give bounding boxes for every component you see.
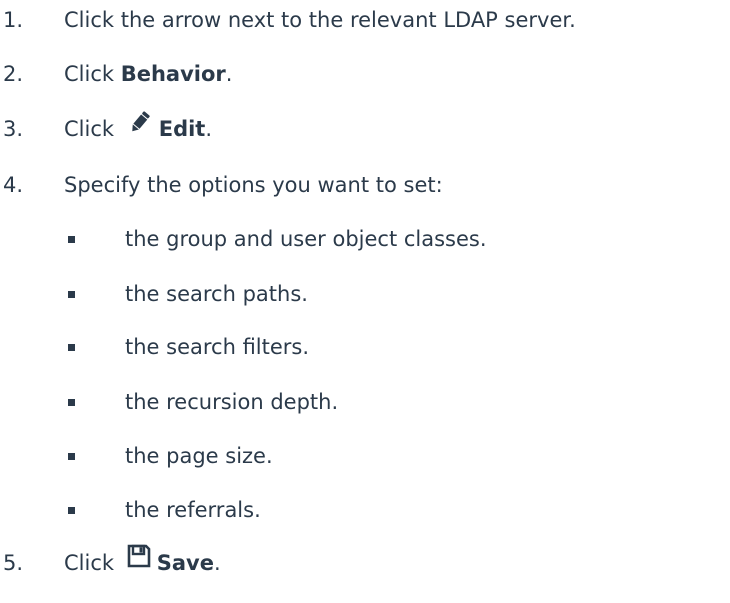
step-suffix: . (205, 117, 213, 141)
step-number: 3. (3, 117, 24, 141)
step-prefix: Click (64, 62, 121, 86)
bullet-icon (68, 236, 75, 243)
step-text: Click Save. (64, 543, 221, 582)
procedure-steps: 1. Click the arrow next to the relevant … (0, 0, 730, 603)
step-prefix: Click (64, 117, 121, 141)
step-number: 4. (3, 173, 24, 197)
save-label: Save (156, 551, 214, 575)
edit-label: Edit (158, 117, 206, 141)
option-text: the recursion depth. (125, 390, 339, 414)
pencil-icon (127, 109, 153, 145)
bullet-icon (68, 344, 75, 351)
bullet-icon (68, 507, 75, 514)
step-number: 5. (3, 551, 24, 575)
bullet-icon (68, 453, 75, 460)
step-text: Click the arrow next to the relevant LDA… (64, 8, 576, 32)
step-text: Click Edit. (64, 111, 212, 148)
step-text: Click Behavior. (64, 56, 232, 92)
step-text: Specify the options you want to set: (64, 173, 443, 197)
option-text: the search filters. (125, 335, 310, 359)
option-text: the group and user object classes. (125, 227, 487, 251)
option-text: the page size. (125, 444, 273, 468)
floppy-disk-icon (127, 543, 151, 579)
bullet-icon (68, 291, 75, 298)
step-prefix: Click (64, 551, 121, 575)
behavior-label: Behavior (120, 62, 226, 86)
step-suffix: . (213, 551, 221, 575)
option-text: the referrals. (125, 498, 261, 522)
step-number: 2. (3, 62, 24, 86)
option-text: the search paths. (125, 282, 308, 306)
step-number: 1. (3, 8, 24, 32)
bullet-icon (68, 399, 75, 406)
step-suffix: . (225, 62, 233, 86)
